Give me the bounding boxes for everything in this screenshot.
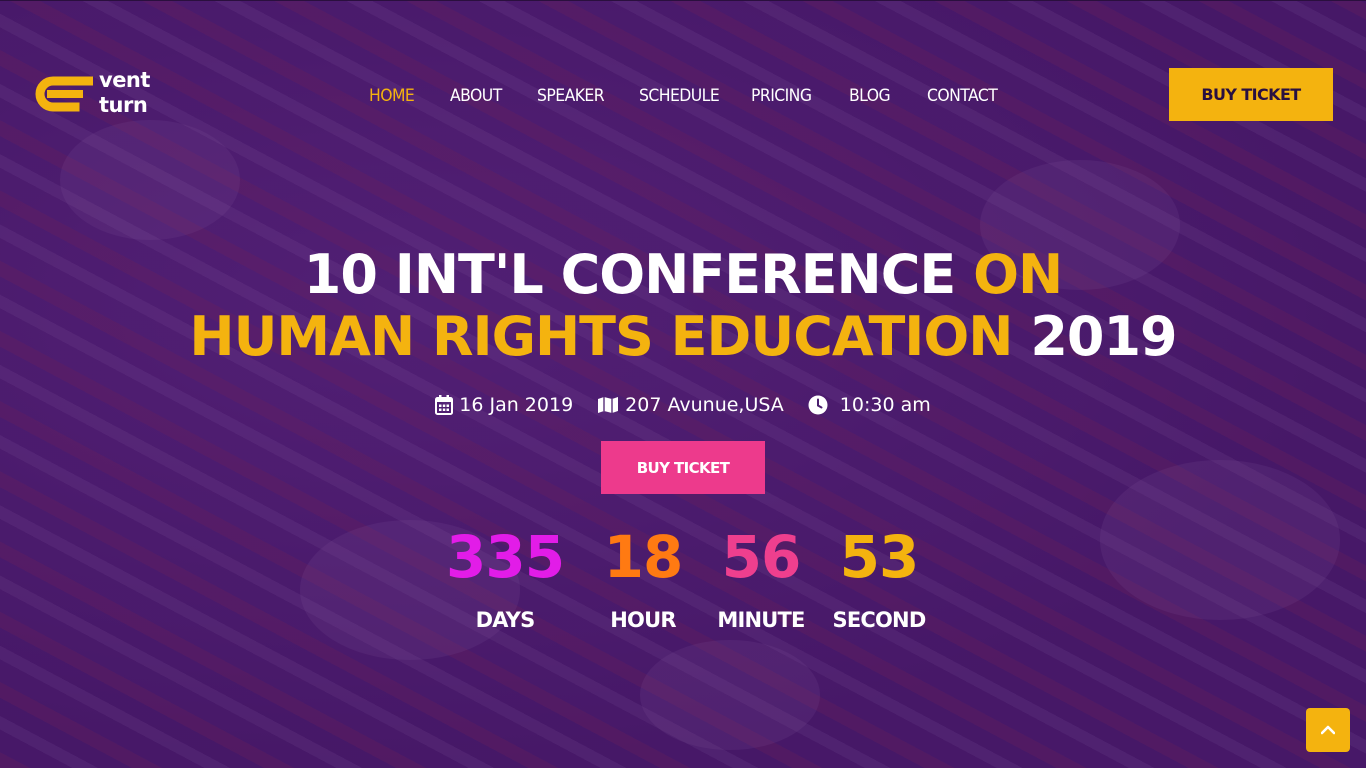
event-time: 10:30 am: [808, 392, 931, 418]
nav-item-speaker[interactable]: SPEAKER: [537, 84, 605, 108]
event-location: 207 Avunue,USA: [597, 392, 784, 418]
event-time-text: 10:30 am: [839, 394, 931, 416]
logo-text-turn: turn: [99, 93, 148, 117]
map-icon: [598, 397, 619, 413]
nav-item-pricing[interactable]: PRICING: [751, 84, 812, 108]
countdown-hours: 18 HOUR: [596, 524, 690, 634]
site-logo[interactable]: vent turn: [33, 68, 163, 124]
top-border: [0, 0, 1366, 1]
countdown-minutes-label: MINUTE: [717, 608, 805, 632]
countdown-minutes-value: 56: [721, 523, 802, 591]
countdown-days: 335 DAYS: [446, 523, 565, 634]
hero-title-part: 2019: [1030, 305, 1177, 368]
countdown-minutes: 56 MINUTE: [714, 524, 808, 634]
event-date: 16 Jan 2019: [435, 392, 573, 418]
countdown-days-label: DAYS: [475, 608, 536, 632]
countdown-hours-label: HOUR: [610, 608, 676, 632]
nav-item-home[interactable]: HOME: [369, 84, 415, 108]
nav-item-contact[interactable]: CONTACT: [927, 84, 998, 108]
countdown-hours-value: 18: [603, 523, 684, 591]
hero-title-part-highlight: ON: [973, 243, 1063, 306]
nav-item-blog[interactable]: BLOG: [849, 84, 891, 108]
countdown-seconds-label: SECOND: [832, 608, 927, 632]
hero-title-line-1: 10 INT'L CONFERENCE ON: [0, 244, 1366, 306]
countdown-seconds-value: 53: [839, 523, 920, 591]
hero-title-part-highlight: HUMAN RIGHTS EDUCATION: [189, 305, 1013, 368]
hero-buy-ticket-button[interactable]: BUY TICKET: [601, 441, 765, 494]
logo-e-icon: [35, 76, 93, 112]
chevron-up-icon: [1321, 725, 1335, 735]
countdown-days-value: 335: [446, 523, 565, 591]
countdown-seconds: 53 SECOND: [832, 523, 927, 634]
nav-item-about[interactable]: ABOUT: [450, 84, 502, 108]
event-date-text: 16 Jan 2019: [459, 394, 574, 416]
hero-title: 10 INT'L CONFERENCE ON HUMAN RIGHTS EDUC…: [0, 244, 1366, 368]
hero-title-line-2: HUMAN RIGHTS EDUCATION 2019: [0, 306, 1366, 368]
hero-title-part: 10 INT'L CONFERENCE: [303, 243, 956, 306]
back-to-top-button[interactable]: [1306, 708, 1350, 752]
calendar-icon: [435, 395, 454, 415]
event-location-text: 207 Avunue,USA: [625, 394, 784, 416]
logo-text-vent: vent: [99, 68, 150, 92]
purple-overlay: [0, 0, 1366, 768]
nav-item-schedule[interactable]: SCHEDULE: [639, 84, 720, 108]
header-buy-ticket-button[interactable]: BUY TICKET: [1169, 68, 1333, 121]
clock-icon: [808, 395, 828, 415]
event-meta: 16 Jan 2019 207 Avunue,USA 10:30 am: [0, 392, 1366, 418]
